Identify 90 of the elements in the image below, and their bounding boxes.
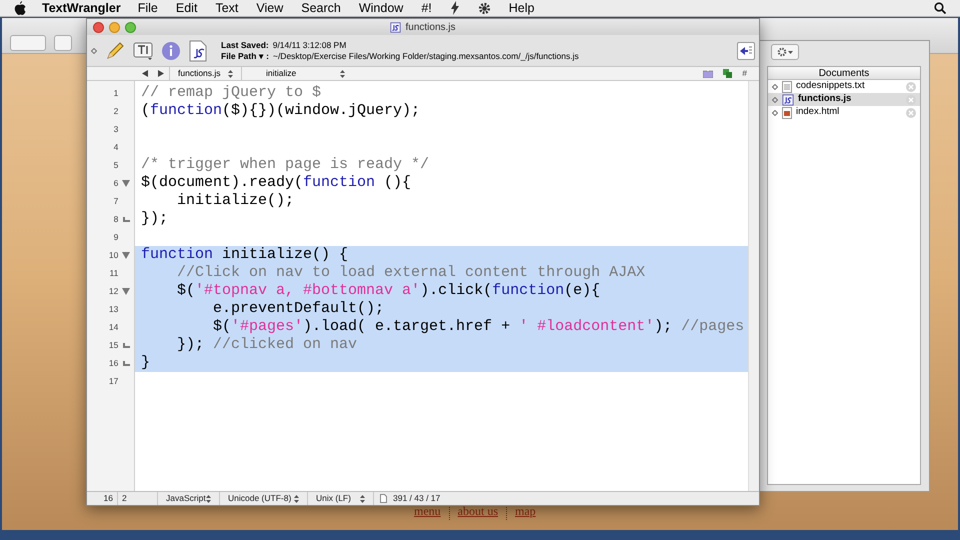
file-popup[interactable]: functions.js bbox=[169, 67, 241, 80]
code-line: initialize(); bbox=[176, 192, 296, 210]
column-indicator: 2 bbox=[117, 492, 157, 505]
fold-triangle-icon[interactable] bbox=[122, 288, 130, 294]
arrow-left-icon bbox=[740, 46, 752, 56]
menu-item[interactable]: Window bbox=[350, 0, 412, 18]
file-path-value: ~/Desktop/Exercise Files/Working Folder/staging.mexsantos.com/_/js/functions.js bbox=[272, 50, 579, 62]
line-number: 3 bbox=[112, 122, 118, 136]
line-number: 14 bbox=[108, 320, 118, 334]
line-number: 13 bbox=[108, 302, 118, 316]
updown-arrows-icon bbox=[228, 70, 233, 78]
line-number: 7 bbox=[112, 194, 118, 208]
info-icon[interactable] bbox=[161, 40, 181, 60]
apple-icon[interactable] bbox=[14, 1, 26, 15]
html-file-icon bbox=[782, 106, 792, 118]
line-endings-popup[interactable]: Unix (LF) bbox=[307, 492, 373, 505]
line-number: 8 bbox=[112, 212, 118, 226]
line-number: 4 bbox=[112, 140, 118, 154]
line-number-popup[interactable]: # bbox=[742, 67, 747, 80]
diamond-icon[interactable] bbox=[772, 110, 778, 116]
pencil-icon[interactable] bbox=[105, 40, 125, 60]
menu-item[interactable]: File bbox=[128, 0, 167, 18]
back-forward-button[interactable] bbox=[10, 34, 46, 50]
diamond-icon[interactable] bbox=[772, 96, 778, 102]
last-saved-value: 9/14/11 3:12:08 PM bbox=[272, 40, 346, 50]
line-number: 2 bbox=[112, 104, 118, 118]
close-button[interactable] bbox=[93, 22, 104, 32]
line-number: 6 bbox=[112, 176, 118, 190]
code-line: // remap jQuery to $ bbox=[140, 84, 322, 102]
line-indicator: 16 bbox=[102, 492, 114, 505]
updown-arrows-icon bbox=[360, 494, 365, 502]
book-icon[interactable] bbox=[703, 70, 714, 78]
fold-end-icon[interactable] bbox=[122, 342, 130, 348]
diamond-icon[interactable] bbox=[772, 84, 778, 90]
function-popup[interactable]: initialize bbox=[241, 67, 353, 80]
menu-item[interactable]: #! bbox=[412, 0, 441, 18]
updown-arrows-icon bbox=[340, 70, 345, 78]
document-icon bbox=[380, 494, 387, 503]
line-number: 17 bbox=[108, 374, 118, 388]
updown-arrows-icon bbox=[294, 494, 299, 502]
line-number: 11 bbox=[108, 266, 118, 280]
menu-item[interactable]: Search bbox=[292, 0, 350, 18]
line-number: 16 bbox=[108, 356, 118, 370]
fold-end-icon[interactable] bbox=[122, 360, 130, 366]
code-line: /* trigger when page is ready */ bbox=[140, 156, 430, 174]
text-file-icon bbox=[782, 80, 792, 92]
document-counts: 391 / 43 / 17 bbox=[393, 492, 440, 505]
file-path-label[interactable]: File Path ▾ : bbox=[221, 50, 269, 62]
next-icon[interactable] bbox=[158, 70, 164, 77]
search-icon[interactable] bbox=[934, 2, 946, 14]
last-saved-label: Last Saved: bbox=[221, 40, 269, 50]
menu-item[interactable]: Help bbox=[500, 0, 544, 18]
updown-arrows-icon bbox=[206, 494, 211, 502]
menu-item[interactable]: Edit bbox=[166, 0, 206, 18]
action-menu-button[interactable] bbox=[771, 44, 799, 60]
previous-icon[interactable] bbox=[142, 70, 148, 77]
zoom-button[interactable] bbox=[125, 22, 136, 32]
fold-triangle-icon[interactable] bbox=[122, 252, 130, 258]
caret-icon bbox=[788, 50, 793, 54]
windows-icon[interactable] bbox=[723, 69, 732, 78]
js-document-icon[interactable] bbox=[189, 40, 207, 62]
encoding-popup[interactable]: Unicode (UTF-8) bbox=[219, 492, 307, 505]
counterpart-button[interactable] bbox=[737, 42, 755, 60]
document-row[interactable]: functions.js bbox=[768, 93, 920, 106]
app-menu[interactable]: TextWrangler bbox=[38, 0, 125, 18]
fold-end-icon[interactable] bbox=[122, 216, 130, 222]
code-line: $(document).ready(function (){ bbox=[140, 174, 412, 192]
diamond-icon[interactable] bbox=[91, 48, 97, 54]
line-number: 5 bbox=[112, 158, 118, 172]
window-title: functions.js bbox=[405, 20, 456, 34]
line-number: 1 bbox=[112, 86, 118, 100]
add-button[interactable] bbox=[54, 34, 72, 50]
code-line: (function($){})(window.jQuery); bbox=[140, 102, 422, 120]
line-number: 15 bbox=[108, 338, 118, 352]
line-number: 10 bbox=[108, 248, 118, 262]
text-options-icon[interactable] bbox=[133, 40, 153, 60]
js-file-icon bbox=[390, 22, 402, 32]
menu-item[interactable]: Text bbox=[206, 0, 248, 18]
language-popup[interactable]: JavaScript bbox=[157, 492, 219, 505]
code-line: }); bbox=[140, 210, 170, 228]
menu-item[interactable]: View bbox=[247, 0, 292, 18]
documents-header: Documents bbox=[768, 67, 920, 80]
gear-icon[interactable] bbox=[478, 2, 491, 14]
script-menu-icon[interactable] bbox=[450, 1, 460, 15]
js-file-icon bbox=[782, 94, 794, 106]
minimize-button[interactable] bbox=[109, 22, 120, 32]
line-number: 9 bbox=[112, 230, 118, 244]
line-number: 12 bbox=[108, 284, 118, 298]
fold-triangle-icon[interactable] bbox=[122, 180, 130, 186]
gear-icon bbox=[777, 47, 787, 57]
